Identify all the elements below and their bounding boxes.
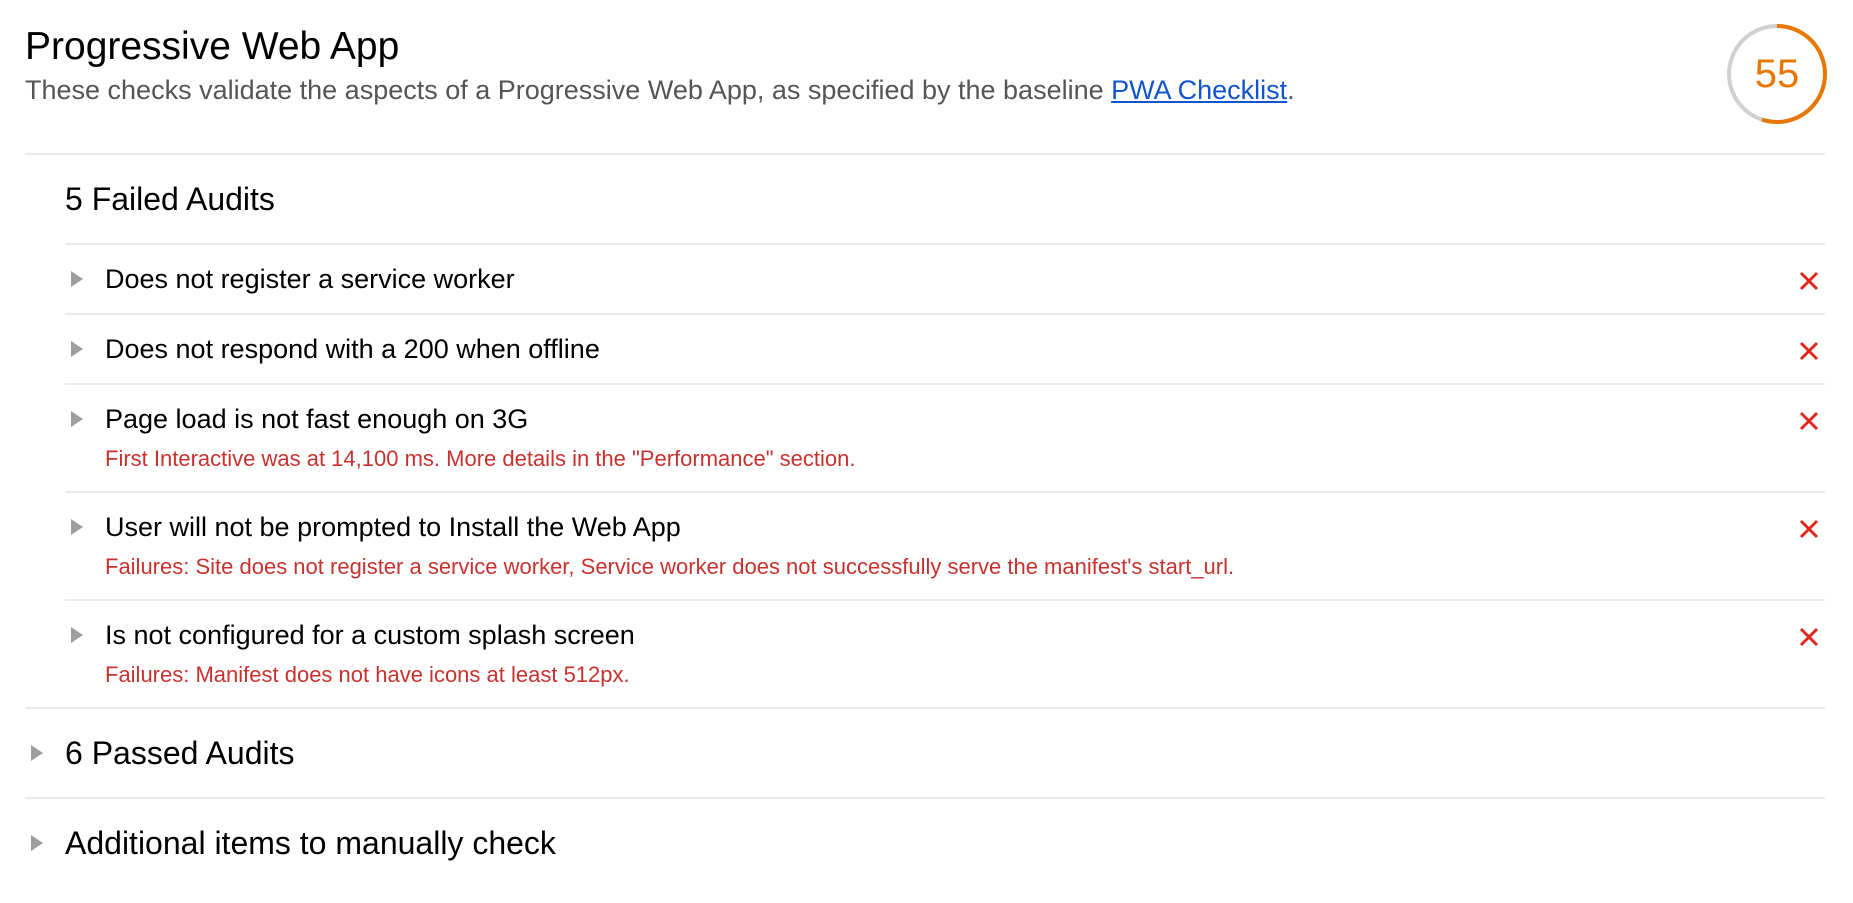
expand-triangle-icon[interactable]: [71, 627, 83, 643]
expand-triangle-icon[interactable]: [71, 519, 83, 535]
audit-detail: Failures: Site does not register a servi…: [105, 554, 1235, 579]
description-suffix: .: [1287, 75, 1295, 105]
divider: [25, 153, 1825, 155]
audit-detail: First Interactive was at 14,100 ms. More…: [105, 446, 856, 471]
expand-triangle-icon[interactable]: [71, 341, 83, 357]
score-value: 55: [1754, 52, 1800, 96]
divider: [25, 797, 1825, 799]
cross-icon: [1799, 341, 1819, 361]
audit-title: User will not be prompted to Install the…: [105, 512, 681, 542]
cross-icon: [1799, 519, 1819, 539]
passed-audits-header: 6 Passed Audits: [65, 735, 295, 771]
divider: [65, 599, 1825, 601]
cross-icon: [1799, 271, 1819, 291]
divider: [65, 383, 1825, 385]
expand-triangle-icon[interactable]: [31, 745, 43, 761]
expand-triangle-icon[interactable]: [71, 271, 83, 287]
expand-triangle-icon[interactable]: [31, 835, 43, 851]
divider: [25, 707, 1825, 709]
description-text: These checks validate the aspects of a P…: [25, 75, 1112, 105]
pwa-checklist-link[interactable]: PWA Checklist: [1111, 75, 1287, 105]
audit-title: Is not configured for a custom splash sc…: [105, 620, 635, 650]
divider: [65, 491, 1825, 493]
audit-title: Does not respond with a 200 when offline: [105, 334, 600, 364]
divider: [65, 313, 1825, 315]
failed-audits-header[interactable]: 5 Failed Audits: [65, 180, 275, 218]
cross-icon: [1799, 411, 1819, 431]
cross-icon: [1799, 627, 1819, 647]
audit-detail: Failures: Manifest does not have icons a…: [105, 662, 630, 687]
manual-checks-header: Additional items to manually check: [65, 825, 556, 861]
audit-title: Page load is not fast enough on 3G: [105, 404, 529, 434]
expand-triangle-icon[interactable]: [71, 411, 83, 427]
category-title: Progressive Web App: [25, 25, 400, 68]
audit-title: Does not register a service worker: [105, 264, 515, 294]
divider: [65, 243, 1825, 245]
category-description: These checks validate the aspects of a P…: [25, 73, 1295, 107]
